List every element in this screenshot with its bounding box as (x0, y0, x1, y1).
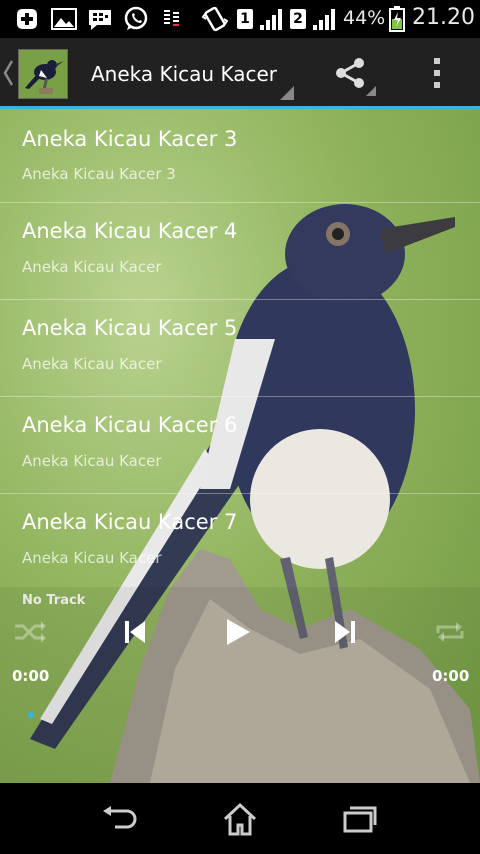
image-icon (50, 6, 78, 32)
next-icon[interactable] (328, 615, 362, 649)
network-activity-icon (160, 6, 184, 32)
status-bar: 1 2 44% 21.20 (0, 0, 480, 38)
navigation-bar (0, 783, 480, 854)
track-title: Aneka Kicau Kacer 5 (22, 316, 238, 340)
whatsapp-icon (122, 6, 150, 32)
recent-apps-icon[interactable] (330, 797, 390, 841)
seek-thumb[interactable] (28, 712, 34, 718)
list-item[interactable]: Aneka Kicau Kacer 3 Aneka Kicau Kacer 3 (0, 109, 480, 203)
back-icon[interactable] (2, 58, 14, 92)
app-icon[interactable] (18, 49, 68, 99)
back-nav-icon[interactable] (90, 797, 150, 841)
track-title: Aneka Kicau Kacer 6 (22, 413, 238, 437)
home-icon[interactable] (210, 797, 270, 841)
track-list: Aneka Kicau Kacer 3 Aneka Kicau Kacer 3 … (0, 109, 480, 590)
track-subtitle: Aneka Kicau Kacer (22, 549, 162, 567)
track-title: Aneka Kicau Kacer 3 (22, 127, 238, 151)
play-icon[interactable] (218, 613, 258, 651)
overflow-menu-icon[interactable] (430, 56, 444, 94)
list-item[interactable]: Aneka Kicau Kacer 6 Aneka Kicau Kacer (0, 397, 480, 494)
share-icon[interactable] (333, 56, 367, 94)
action-bar: Aneka Kicau Kacer (0, 38, 480, 108)
repeat-icon[interactable] (430, 617, 470, 647)
list-item[interactable]: Aneka Kicau Kacer 7 Aneka Kicau Kacer (0, 494, 480, 590)
bbm-icon (86, 6, 114, 32)
battery-icon (388, 6, 406, 32)
sim1-icon: 1 (236, 6, 254, 32)
page-title: Aneka Kicau Kacer (91, 62, 278, 86)
signal2-icon (311, 6, 339, 32)
duration-time: 0:00 (432, 667, 470, 685)
track-title: Aneka Kicau Kacer 7 (22, 510, 238, 534)
content-area: Aneka Kicau Kacer 3 Aneka Kicau Kacer 3 … (0, 109, 480, 783)
track-title: Aneka Kicau Kacer 4 (22, 219, 238, 243)
shuffle-icon[interactable] (12, 617, 48, 647)
battery-percent: 44% (343, 7, 386, 29)
plus-icon (14, 6, 40, 32)
signal-icon (258, 6, 286, 32)
sim2-icon: 2 (289, 6, 307, 32)
share-dropdown-indicator (366, 86, 376, 96)
vibrate-icon (200, 6, 230, 32)
elapsed-time: 0:00 (12, 667, 50, 685)
track-subtitle: Aneka Kicau Kacer 3 (22, 165, 176, 183)
clock: 21.20 (412, 5, 475, 30)
track-subtitle: Aneka Kicau Kacer (22, 355, 162, 373)
track-subtitle: Aneka Kicau Kacer (22, 258, 162, 276)
spinner-indicator (280, 86, 294, 100)
seek-bar[interactable] (28, 712, 468, 718)
track-subtitle: Aneka Kicau Kacer (22, 452, 162, 470)
list-item[interactable]: Aneka Kicau Kacer 5 Aneka Kicau Kacer (0, 300, 480, 397)
now-playing-label: No Track (22, 593, 86, 608)
music-player: No Track 0:00 0:00 (0, 587, 480, 783)
list-item[interactable]: Aneka Kicau Kacer 4 Aneka Kicau Kacer (0, 203, 480, 300)
previous-icon[interactable] (118, 615, 152, 649)
